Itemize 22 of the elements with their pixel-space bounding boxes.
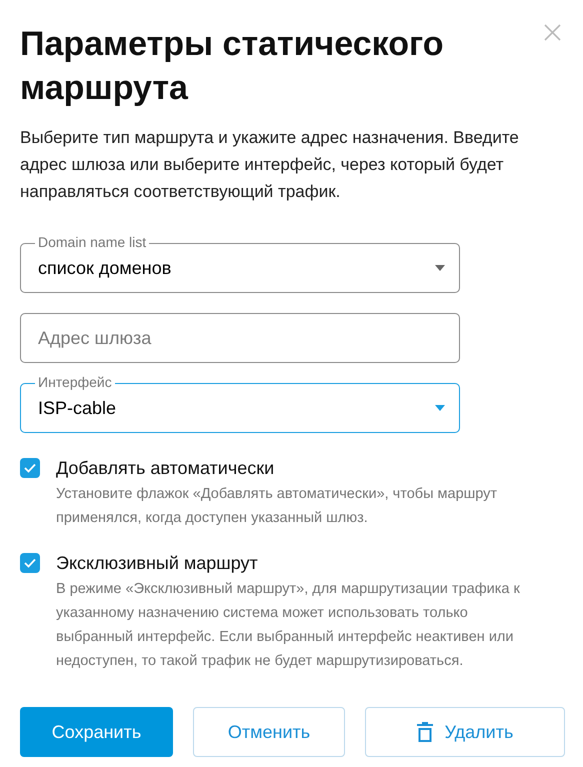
hint-text: В режиме «Эксклюзивный маршрут», для маршрутизации трафика к указанному назначению система может использовать только выбранный интерфейс. Если выбранный интерфейс неактивен или недоступен, то такой трафик не будет маршрутизироваться.: [56, 580, 521, 671]
cancel-button[interactable]: Отменить: [193, 707, 345, 757]
caret-icon: [435, 405, 445, 411]
dropdown-value: ISP-cable: [38, 398, 118, 418]
save-button[interactable]: Сохранить: [20, 707, 173, 757]
checkmark-icon: [24, 558, 36, 568]
field-label: Domain name list: [35, 234, 150, 250]
caret-icon: [435, 265, 445, 271]
checkbox[interactable]: [20, 553, 40, 573]
trash-icon: [416, 722, 433, 742]
hint-text: Установите флажок «Добавлять автоматически», чтобы маршрут применялся, когда доступен указанный шлюз.: [56, 485, 498, 528]
description-text: Выберите тип маршрута и укажите адрес назначения. Введите адрес шлюза или выберите интерфейс, через который будет направляться соответствующий трафик.: [20, 127, 520, 203]
checkbox[interactable]: [20, 458, 40, 478]
checkbox-label: Добавлять автоматически: [56, 457, 276, 480]
checkbox-label: Эксклюзивный маршрут: [56, 552, 259, 575]
close-icon[interactable]: [544, 24, 561, 41]
dropdown-value: список доменов: [38, 258, 172, 278]
checkmark-icon: [24, 463, 36, 473]
delete-button[interactable]: Удалить: [365, 707, 565, 757]
field-label: Интерфейс: [35, 374, 115, 390]
dialog-title: Параметры статического маршрута: [20, 24, 444, 109]
input-field[interactable]: Адрес шлюза: [20, 313, 460, 363]
